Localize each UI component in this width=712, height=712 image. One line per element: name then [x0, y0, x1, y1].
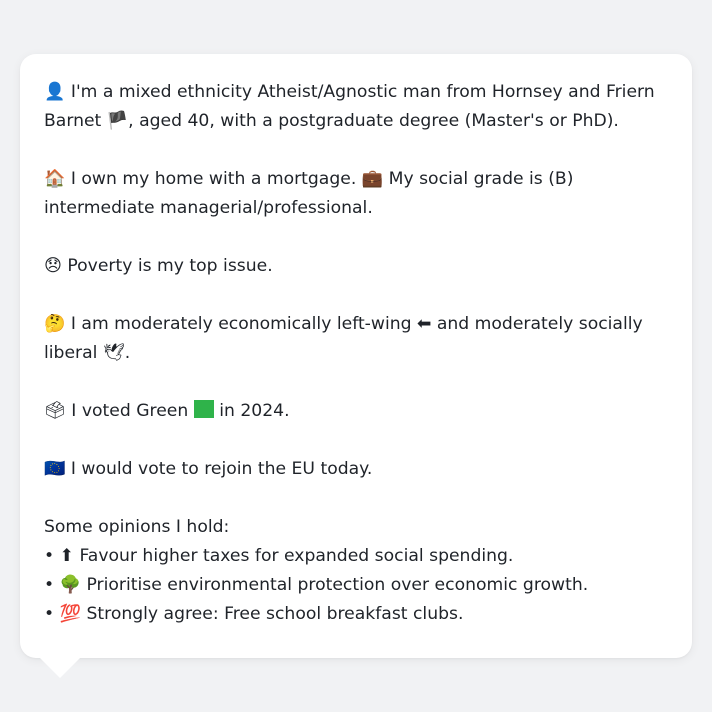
bullet: • [44, 546, 55, 566]
opinions-list: • ⬆ Favour higher taxes for expanded soc… [44, 542, 668, 629]
opinion-item: • ⬆ Favour higher taxes for expanded soc… [44, 542, 668, 571]
briefcase-icon: 💼 [361, 169, 384, 189]
ballot-box-icon: 🗳 [44, 401, 66, 421]
opinion-text: Prioritise environmental protection over… [86, 575, 589, 595]
thinking-face-icon: 🤔 [44, 314, 66, 334]
left-arrow-icon: ⬅ [417, 314, 432, 334]
ideology-paragraph: 🤔 I am moderately economically left-wing… [44, 310, 668, 368]
dove-icon: 🕊 [102, 343, 125, 363]
opinion-text: Strongly agree: Free school breakfast cl… [86, 604, 464, 624]
opinions-heading: Some opinions I hold: [44, 517, 230, 537]
vote-paragraph: 🗳 I voted Green in 2024. [44, 397, 668, 426]
house-icon: 🏠 [44, 169, 66, 189]
opinion-item: • 🌳 Prioritise environmental protection … [44, 571, 668, 600]
persona-message-bubble: 👤 I'm a mixed ethnicity Atheist/Agnostic… [20, 54, 692, 658]
bullet: • [44, 604, 55, 624]
deciduous-tree-icon: 🌳 [59, 575, 82, 595]
up-arrow-icon: ⬆ [59, 546, 75, 566]
eu-flag-icon: 🇪🇺 [44, 459, 66, 479]
ideology-text: I am moderately economically left-wing [70, 314, 412, 334]
opinion-item: • 💯 Strongly agree: Free school breakfas… [44, 600, 668, 629]
identity-paragraph: 👤 I'm a mixed ethnicity Atheist/Agnostic… [44, 78, 668, 136]
disappointed-face-icon: 😞 [44, 256, 62, 276]
vote-year-text: in 2024. [219, 401, 290, 421]
eu-paragraph: 🇪🇺 I would vote to rejoin the EU today. [44, 455, 668, 484]
vote-text: I voted Green [71, 401, 189, 421]
housing-paragraph: 🏠 I own my home with a mortgage. 💼 My so… [44, 165, 668, 223]
bubble-tail [40, 658, 80, 678]
eu-text: I would vote to rejoin the EU today. [70, 459, 373, 479]
bullet: • [44, 575, 55, 595]
top-issue-paragraph: 😞 Poverty is my top issue. [44, 252, 668, 281]
england-flag-icon: 🏴 [106, 111, 129, 131]
identity-text-continued: , aged 40, with a postgraduate degree (M… [128, 111, 619, 131]
ideology-text-end: . [124, 343, 131, 363]
hundred-points-icon: 💯 [59, 604, 82, 624]
person-silhouette-icon: 👤 [44, 82, 66, 102]
opinion-text: Favour higher taxes for expanded social … [79, 546, 514, 566]
green-square-icon [193, 400, 214, 418]
opinions-section: Some opinions I hold: • ⬆ Favour higher … [44, 513, 668, 629]
housing-text: I own my home with a mortgage. [70, 169, 357, 189]
top-issue-text: Poverty is my top issue. [67, 256, 273, 276]
